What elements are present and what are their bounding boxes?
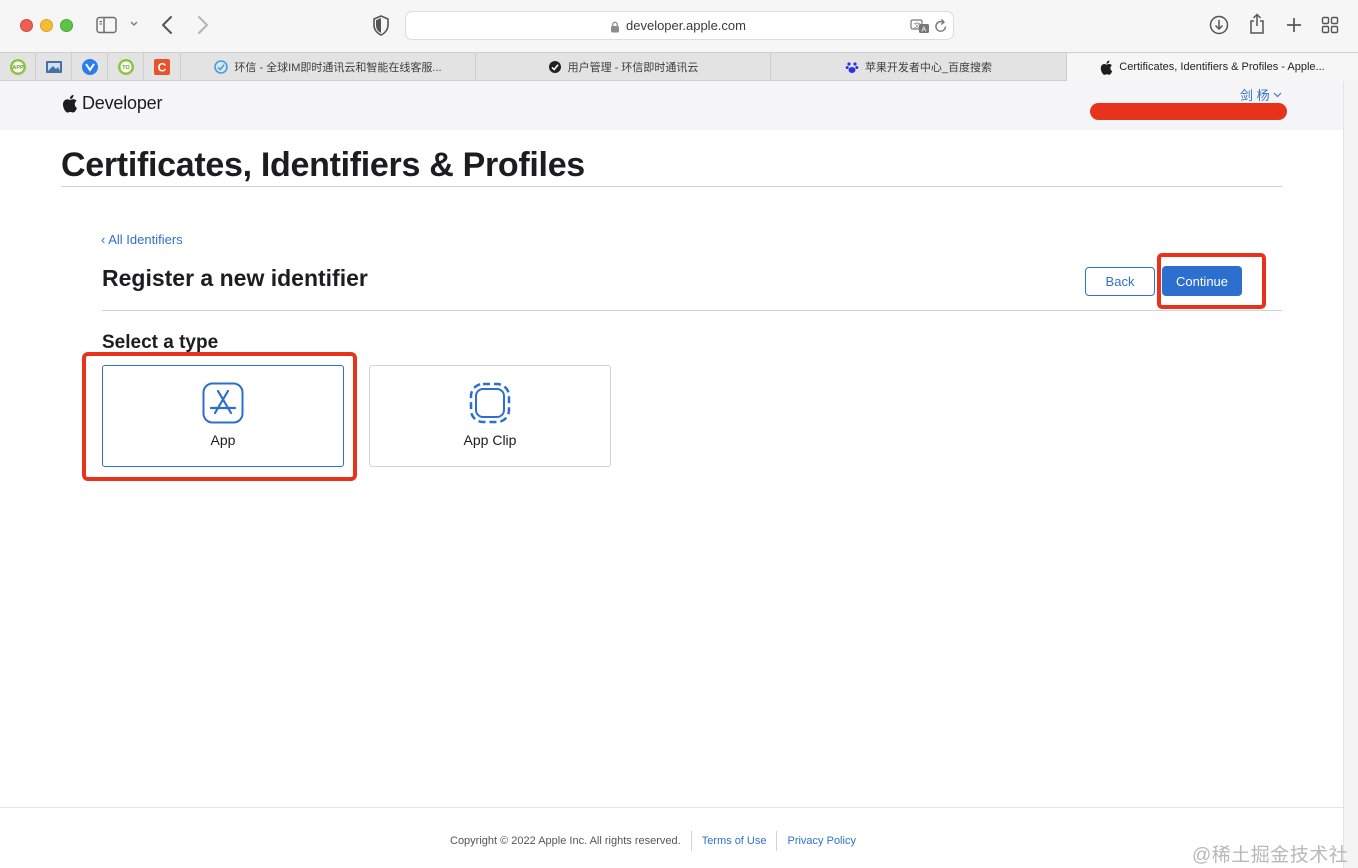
- developer-nav: Developer 剑 杨: [0, 81, 1343, 130]
- breadcrumb-all-identifiers[interactable]: ‹ All Identifiers: [101, 232, 183, 247]
- account-name: 剑 杨: [1240, 88, 1270, 103]
- annotation-highlight-app: [82, 352, 357, 481]
- apple-logo-icon: [62, 94, 78, 113]
- sidebar-toggle-icon[interactable]: [96, 16, 118, 34]
- svg-text:APP: APP: [12, 65, 24, 71]
- section-title: Register a new identifier: [102, 265, 368, 291]
- svg-text:TO: TO: [122, 65, 130, 71]
- baidu-paw-icon: [845, 60, 859, 74]
- huanxin-dark-logo-icon: [548, 60, 562, 74]
- privacy-shield-icon[interactable]: [372, 15, 390, 36]
- huanxin-logo-icon: [214, 60, 229, 74]
- tab-bar: APP TO C 环信 - 全球IM即时通讯云和智能在线客服... 用户管理 -…: [0, 52, 1358, 81]
- new-tab-plus-icon[interactable]: [1285, 16, 1303, 34]
- window-minimize-button[interactable]: [40, 19, 53, 32]
- address-bar[interactable]: developer.apple.com 文A: [405, 11, 954, 40]
- tab-apple-certificates[interactable]: Certificates, Identifiers & Profiles - A…: [1066, 53, 1358, 81]
- tab-overview-icon[interactable]: [1321, 16, 1339, 34]
- tab-user-management[interactable]: 用户管理 - 环信即时通讯云: [475, 53, 770, 81]
- browser-toolbar: developer.apple.com 文A: [0, 0, 1358, 52]
- image-icon[interactable]: [45, 58, 63, 76]
- developer-logo-text: Developer: [82, 93, 163, 113]
- footer: Copyright © 2022 Apple Inc. All rights r…: [450, 831, 856, 851]
- divider: [0, 807, 1343, 808]
- redaction-mark: [1090, 103, 1287, 120]
- lock-icon: [610, 20, 620, 38]
- tab-label: Certificates, Identifiers & Profiles - A…: [1119, 61, 1325, 73]
- type-option-label: App Clip: [463, 432, 517, 448]
- select-type-heading: Select a type: [102, 332, 219, 353]
- web-page: Developer 剑 杨 Certificates, Identifiers …: [0, 81, 1343, 868]
- app-clip-icon: [469, 382, 511, 429]
- chevron-down-icon: [1273, 92, 1282, 97]
- apple-logo-icon: [1100, 60, 1113, 75]
- tool-icon[interactable]: TO: [117, 58, 135, 76]
- page-title: Certificates, Identifiers & Profiles: [61, 146, 585, 184]
- url-text: developer.apple.com: [626, 18, 746, 33]
- shield-v-icon[interactable]: [81, 58, 99, 76]
- annotation-highlight-continue: [1157, 253, 1266, 309]
- copyright-text: Copyright © 2022 Apple Inc. All rights r…: [450, 835, 681, 847]
- tab-label: 环信 - 全球IM即时通讯云和智能在线客服...: [234, 62, 442, 74]
- forward-arrow-icon[interactable]: [196, 15, 210, 35]
- reload-icon[interactable]: [934, 18, 948, 39]
- translate-icon[interactable]: 文A: [910, 18, 930, 39]
- privacy-policy-link[interactable]: Privacy Policy: [787, 835, 855, 847]
- c-letter-icon[interactable]: C: [153, 58, 171, 76]
- divider: [102, 310, 1282, 311]
- share-icon[interactable]: [1248, 13, 1266, 35]
- back-arrow-icon[interactable]: [160, 15, 174, 35]
- account-menu[interactable]: 剑 杨: [1240, 85, 1282, 104]
- window-close-button[interactable]: [20, 19, 33, 32]
- downloads-icon[interactable]: [1209, 15, 1229, 35]
- window-zoom-button[interactable]: [60, 19, 73, 32]
- tab-baidu-search[interactable]: 苹果开发者中心_百度搜索: [770, 53, 1066, 81]
- svg-text:A: A: [922, 27, 927, 34]
- svg-text:C: C: [158, 61, 167, 75]
- chevron-down-icon[interactable]: [129, 20, 139, 28]
- app-download-icon[interactable]: APP: [9, 58, 27, 76]
- divider: [61, 186, 1282, 187]
- type-option-app-clip[interactable]: App Clip: [369, 365, 611, 467]
- developer-home-link[interactable]: Developer: [62, 93, 162, 114]
- scrollbar[interactable]: [1343, 81, 1358, 868]
- watermark-text: @稀土掘金技术社区: [1192, 845, 1349, 866]
- terms-of-use-link[interactable]: Terms of Use: [702, 835, 767, 847]
- back-button[interactable]: Back: [1085, 267, 1155, 296]
- tab-label: 苹果开发者中心_百度搜索: [864, 62, 993, 74]
- tab-label: 用户管理 - 环信即时通讯云: [567, 62, 699, 74]
- tab-huanxin-home[interactable]: 环信 - 全球IM即时通讯云和智能在线客服...: [180, 53, 475, 81]
